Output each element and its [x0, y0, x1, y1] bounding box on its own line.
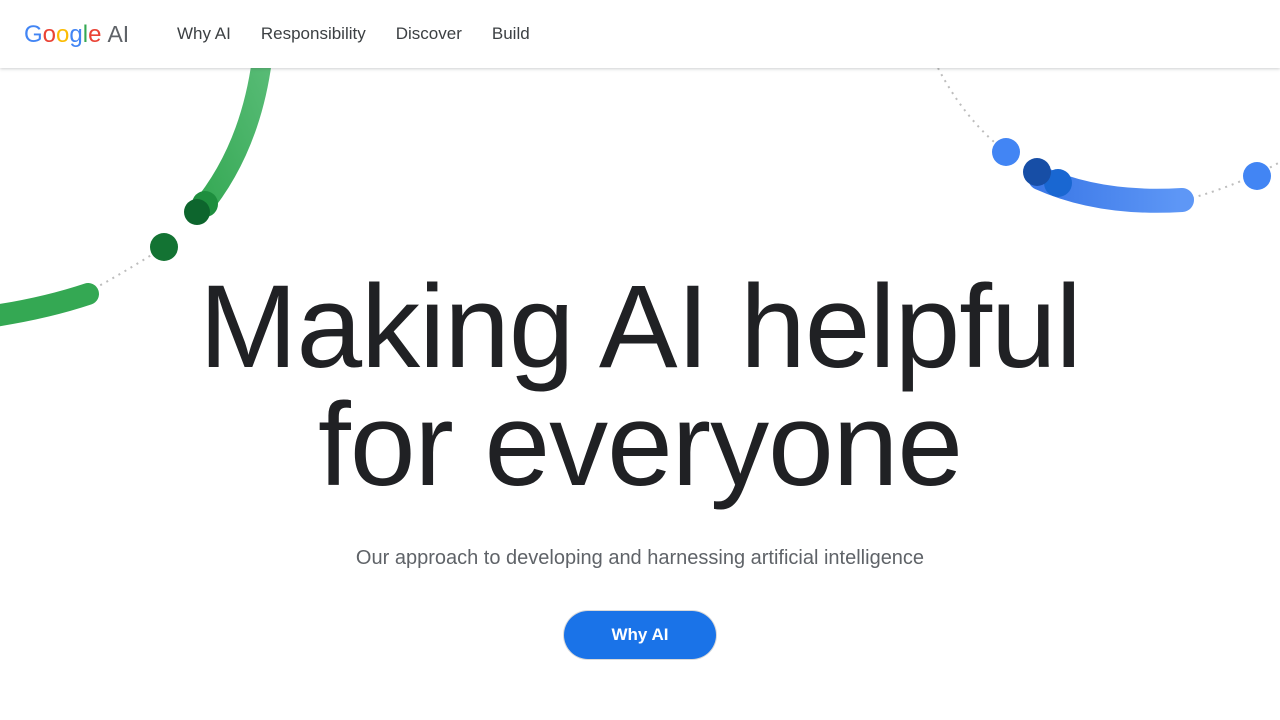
hero-title: Making AI helpful for everyone [0, 268, 1280, 504]
hero-subtitle: Our approach to developing and harnessin… [355, 547, 925, 569]
blue-dot-4 [1243, 162, 1271, 190]
logo-letter: o [56, 21, 70, 48]
google-ai-logo[interactable]: Google AI [24, 20, 129, 49]
nav-item-why-ai[interactable]: Why AI [177, 0, 231, 68]
green-dot-2 [184, 199, 210, 225]
nav-item-responsibility[interactable]: Responsibility [261, 0, 366, 68]
green-dot-3 [150, 233, 178, 261]
blue-dot-1 [992, 138, 1020, 166]
page: Google AI Why AI Responsibility Discover… [0, 0, 1280, 720]
why-ai-button[interactable]: Why AI [564, 611, 716, 659]
site-header: Google AI Why AI Responsibility Discover… [0, 0, 1280, 68]
logo-letter: G [24, 21, 43, 48]
logo-suffix: AI [107, 21, 130, 47]
blue-dotted-arc [937, 67, 1007, 153]
hero-title-line-1: Making AI helpful [199, 261, 1082, 393]
green-arc-upper [190, 50, 272, 220]
nav-item-discover[interactable]: Discover [396, 0, 462, 68]
hero-title-line-2: for everyone [318, 379, 963, 511]
logo-letter: g [69, 21, 83, 48]
logo-letter: o [42, 21, 57, 48]
main-nav: Why AI Responsibility Discover Build [177, 0, 560, 68]
logo-letter: e [88, 21, 102, 48]
nav-item-build[interactable]: Build [492, 0, 530, 68]
blue-dot-3 [1023, 158, 1051, 186]
